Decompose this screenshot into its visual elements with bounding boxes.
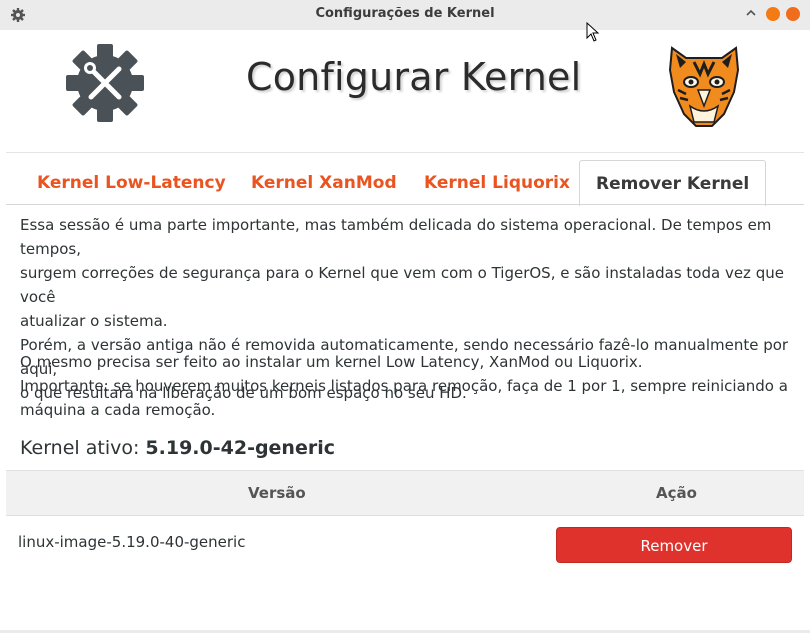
info-paragraph-2: O mesmo precisa ser feito ao instalar um…: [20, 350, 800, 422]
tab-remover-kernel[interactable]: Remover Kernel: [579, 160, 767, 206]
tab-kernel-liquorix[interactable]: Kernel Liquorix: [424, 160, 570, 204]
info-line: Essa sessão é uma parte importante, mas …: [20, 216, 772, 258]
tab-divider: [6, 204, 804, 205]
window-titlebar[interactable]: Configurações de Kernel: [0, 0, 810, 30]
info-line: Importante: se houverem muitos kerneis l…: [20, 377, 788, 395]
close-button[interactable]: [786, 7, 800, 21]
page-title: Configurar Kernel: [246, 55, 582, 99]
maximize-button[interactable]: [766, 7, 780, 21]
info-line: O mesmo precisa ser feito ao instalar um…: [20, 353, 643, 371]
mouse-pointer-icon: [586, 22, 600, 42]
active-kernel: Kernel ativo: 5.19.0-42-generic: [20, 437, 335, 459]
window-title: Configurações de Kernel: [315, 6, 495, 21]
table-header: Versão Ação: [6, 470, 804, 516]
minimize-icon[interactable]: [746, 9, 756, 17]
tiger-logo: [668, 46, 740, 127]
active-kernel-label: Kernel ativo:: [20, 437, 146, 459]
remove-kernel-button[interactable]: Remover: [556, 527, 792, 563]
table-row-version: linux-image-5.19.0-40-generic: [18, 533, 246, 551]
info-line: atualizar o sistema.: [20, 312, 168, 330]
column-header-action[interactable]: Ação: [656, 484, 697, 502]
tab-kernel-xanmod[interactable]: Kernel XanMod: [251, 160, 397, 204]
info-line: máquina a cada remoção.: [20, 401, 216, 419]
info-line: surgem correções de segurança para o Ker…: [20, 264, 784, 306]
column-header-version[interactable]: Versão: [248, 484, 306, 502]
tab-kernel-low-latency[interactable]: Kernel Low-Latency: [37, 160, 226, 204]
gear-wrench-icon: [66, 44, 144, 122]
header-separator: [6, 152, 804, 153]
active-kernel-value: 5.19.0-42-generic: [145, 437, 335, 459]
